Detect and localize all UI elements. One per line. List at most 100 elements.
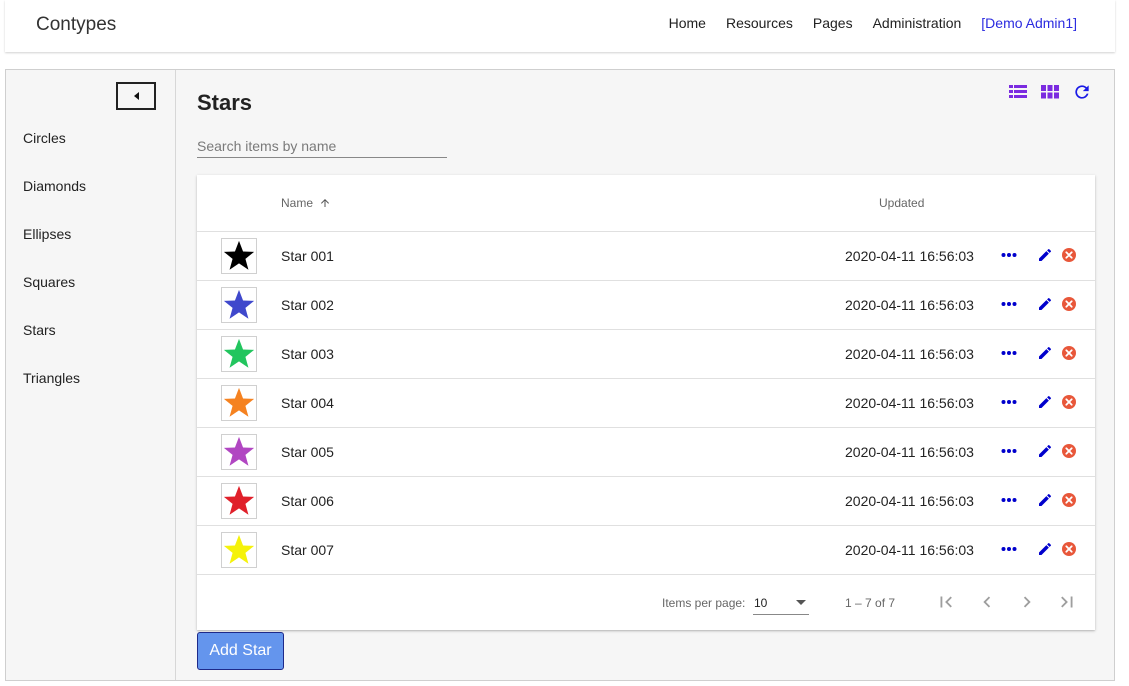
sidebar-item-ellipses[interactable]: Ellipses xyxy=(23,226,71,242)
table-row[interactable]: Star 005 2020-04-11 16:56:03 xyxy=(197,428,1095,477)
sidebar-item-diamonds[interactable]: Diamonds xyxy=(23,178,86,194)
cell-name[interactable]: Star 001 xyxy=(281,248,334,264)
pencil-icon xyxy=(1039,346,1052,359)
nav-user-menu[interactable]: [Demo Admin1] xyxy=(981,15,1077,31)
cell-name[interactable]: Star 004 xyxy=(281,395,334,411)
previous-page-button[interactable] xyxy=(976,591,998,613)
table-body: Star 001 2020-04-11 16:56:03 Star 002 2020-… xyxy=(197,232,1095,575)
more-horiz-icon xyxy=(1001,351,1017,355)
nav-administration[interactable]: Administration xyxy=(873,15,962,31)
more-actions-button[interactable] xyxy=(1001,394,1017,410)
edit-button[interactable] xyxy=(1037,541,1053,557)
nav-resources[interactable]: Resources xyxy=(726,15,793,31)
star-icon xyxy=(223,338,255,368)
delete-button[interactable] xyxy=(1061,541,1077,557)
delete-button[interactable] xyxy=(1061,296,1077,312)
first-page-icon xyxy=(940,596,952,608)
list-view-icon[interactable] xyxy=(1008,82,1028,102)
edit-button[interactable] xyxy=(1037,443,1053,459)
delete-button[interactable] xyxy=(1061,394,1077,410)
table-row[interactable]: Star 002 2020-04-11 16:56:03 xyxy=(197,281,1095,330)
star-thumbnail xyxy=(221,287,257,323)
delete-button[interactable] xyxy=(1061,247,1077,263)
cell-updated: 2020-04-11 16:56:03 xyxy=(845,493,974,509)
star-thumbnail xyxy=(221,336,257,372)
delete-button[interactable] xyxy=(1061,443,1077,459)
more-actions-button[interactable] xyxy=(1001,247,1017,263)
table-row[interactable]: Star 004 2020-04-11 16:56:03 xyxy=(197,379,1095,428)
edit-button[interactable] xyxy=(1037,492,1053,508)
sidebar-item-squares[interactable]: Squares xyxy=(23,274,75,290)
add-star-button[interactable]: Add Star xyxy=(197,632,284,670)
more-horiz-icon xyxy=(1001,302,1017,306)
first-page-button[interactable] xyxy=(935,591,957,613)
cell-updated: 2020-04-11 16:56:03 xyxy=(845,395,974,411)
items-per-page-label: Items per page: xyxy=(662,596,746,610)
more-actions-button[interactable] xyxy=(1001,492,1017,508)
table-row[interactable]: Star 007 2020-04-11 16:56:03 xyxy=(197,526,1095,575)
star-icon xyxy=(223,240,255,270)
sidebar-collapse-button[interactable] xyxy=(116,82,156,110)
star-thumbnail xyxy=(221,483,257,519)
more-horiz-icon xyxy=(1001,547,1017,551)
more-actions-button[interactable] xyxy=(1001,443,1017,459)
search-input[interactable] xyxy=(197,134,447,158)
sidebar-item-circles[interactable]: Circles xyxy=(23,130,66,146)
star-thumbnail xyxy=(221,532,257,568)
column-header-name[interactable]: Name xyxy=(281,196,331,210)
column-name-label: Name xyxy=(281,196,314,210)
cell-name[interactable]: Star 002 xyxy=(281,297,334,313)
items-per-page-select[interactable]: 10 xyxy=(753,589,809,615)
column-header-updated[interactable]: Updated xyxy=(879,196,924,210)
cancel-circle-icon xyxy=(1062,444,1076,458)
cell-name[interactable]: Star 006 xyxy=(281,493,334,509)
chevron-right-icon xyxy=(1023,596,1031,608)
page-range-label: 1 – 7 of 7 xyxy=(845,596,896,610)
sidebar: Circles Diamonds Ellipses Squares Stars … xyxy=(6,70,176,680)
brand-logo-text[interactable]: Contypes xyxy=(36,14,116,36)
more-horiz-icon xyxy=(1001,449,1017,453)
cell-name[interactable]: Star 005 xyxy=(281,444,334,460)
cancel-circle-icon xyxy=(1062,395,1076,409)
table-row[interactable]: Star 001 2020-04-11 16:56:03 xyxy=(197,232,1095,281)
edit-button[interactable] xyxy=(1037,296,1053,312)
nav-home[interactable]: Home xyxy=(669,15,706,31)
table-row[interactable]: Star 003 2020-04-11 16:56:03 xyxy=(197,330,1095,379)
pencil-icon xyxy=(1039,444,1052,457)
cancel-circle-icon xyxy=(1062,248,1076,262)
row-actions xyxy=(1001,345,1077,361)
table-header: Name Updated xyxy=(197,175,1095,232)
caret-left-icon xyxy=(133,92,139,100)
last-page-button[interactable] xyxy=(1056,591,1078,613)
edit-button[interactable] xyxy=(1037,247,1053,263)
edit-button[interactable] xyxy=(1037,345,1053,361)
delete-button[interactable] xyxy=(1061,345,1077,361)
refresh-icon[interactable] xyxy=(1072,82,1092,102)
cell-updated: 2020-04-11 16:56:03 xyxy=(845,444,974,460)
main-content: Stars Search items by name Name Updated … xyxy=(177,70,1114,680)
more-horiz-icon xyxy=(1001,253,1017,257)
next-page-button[interactable] xyxy=(1016,591,1038,613)
row-actions xyxy=(1001,247,1077,263)
grid-view-icon[interactable] xyxy=(1040,82,1060,102)
more-actions-button[interactable] xyxy=(1001,541,1017,557)
star-icon xyxy=(223,289,255,319)
nav-pages[interactable]: Pages xyxy=(813,15,853,31)
delete-button[interactable] xyxy=(1061,492,1077,508)
sidebar-item-stars[interactable]: Stars xyxy=(23,322,56,338)
cell-name[interactable]: Star 003 xyxy=(281,346,334,362)
table-row[interactable]: Star 006 2020-04-11 16:56:03 xyxy=(197,477,1095,526)
more-horiz-icon xyxy=(1001,498,1017,502)
more-actions-button[interactable] xyxy=(1001,296,1017,312)
star-icon xyxy=(223,387,255,417)
pencil-icon xyxy=(1039,395,1052,408)
edit-button[interactable] xyxy=(1037,394,1053,410)
row-actions xyxy=(1001,443,1077,459)
items-table-card: Name Updated Star 001 2020-04-11 16:56:03… xyxy=(197,175,1095,630)
sidebar-item-triangles[interactable]: Triangles xyxy=(23,370,80,386)
main-nav: Home Resources Pages Administration [Dem… xyxy=(669,15,1115,31)
cell-name[interactable]: Star 007 xyxy=(281,542,334,558)
paginator: Items per page: 10 1 – 7 of 7 xyxy=(197,575,1095,630)
cell-updated: 2020-04-11 16:56:03 xyxy=(845,542,974,558)
more-actions-button[interactable] xyxy=(1001,345,1017,361)
